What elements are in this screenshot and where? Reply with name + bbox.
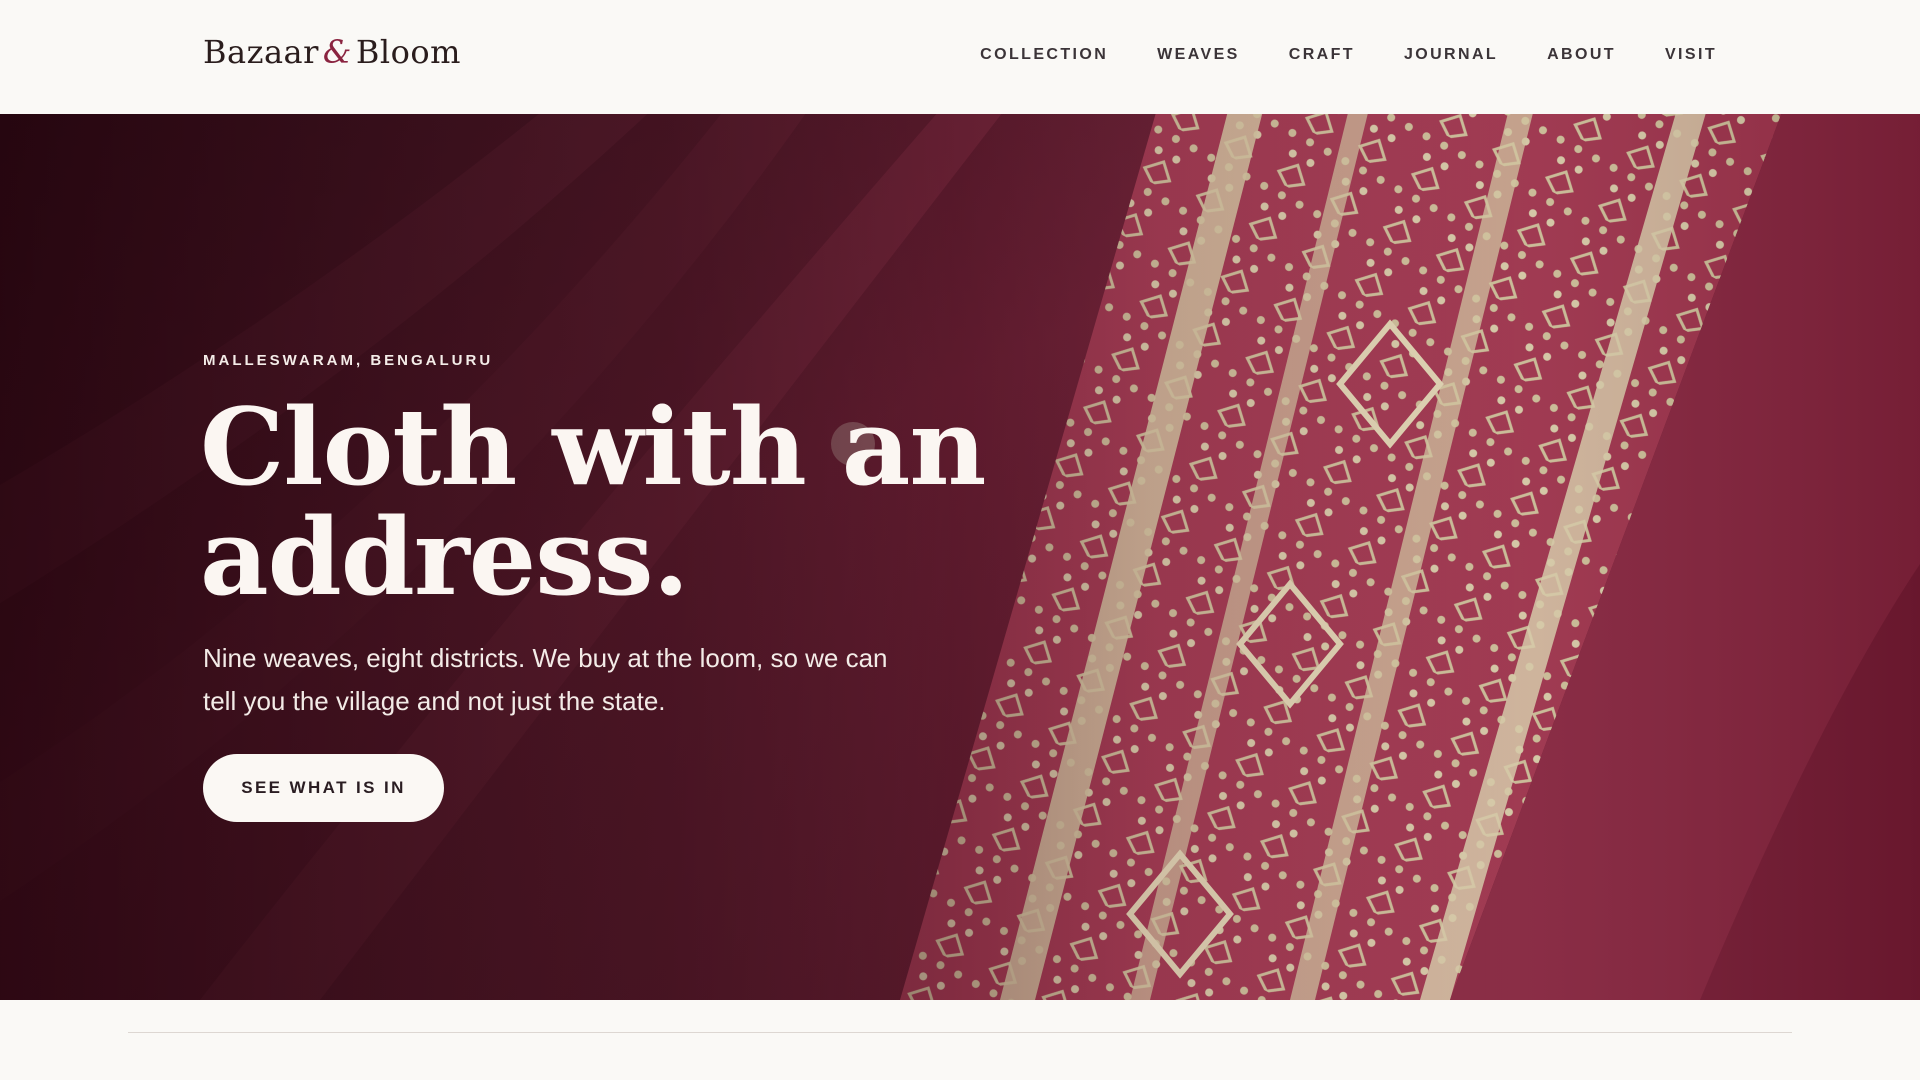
site-header: Bazaar & Bloom COLLECTION WEAVES CRAFT JOU… — [0, 0, 1920, 114]
see-what-is-in-button[interactable]: SEE WHAT IS IN — [203, 754, 444, 822]
logo-word-bloom: Bloom — [355, 33, 462, 71]
nav-journal[interactable]: JOURNAL — [1404, 46, 1498, 64]
main-nav: COLLECTION WEAVES CRAFT JOURNAL ABOUT VI… — [980, 46, 1717, 64]
nav-craft[interactable]: CRAFT — [1289, 46, 1355, 64]
hero-headline-line-1: Cloth with an — [200, 384, 986, 509]
hero-headline: Cloth with an address. — [200, 392, 1100, 612]
hero-lede: Nine weaves, eight districts. We buy at … — [203, 643, 888, 716]
nav-visit[interactable]: VISIT — [1665, 46, 1717, 64]
brand-logo[interactable]: Bazaar & Bloom — [203, 33, 461, 71]
section-divider — [128, 1032, 1792, 1033]
logo-word-bazaar: Bazaar — [203, 33, 319, 71]
nav-weaves[interactable]: WEAVES — [1157, 46, 1240, 64]
hero-eyebrow: MALLESWARAM, BENGALURU — [203, 352, 494, 369]
hero-headline-line-2: address. — [200, 494, 689, 619]
logo-ampersand: & — [322, 33, 352, 71]
nav-collection[interactable]: COLLECTION — [980, 46, 1108, 64]
nav-about[interactable]: ABOUT — [1547, 46, 1616, 64]
